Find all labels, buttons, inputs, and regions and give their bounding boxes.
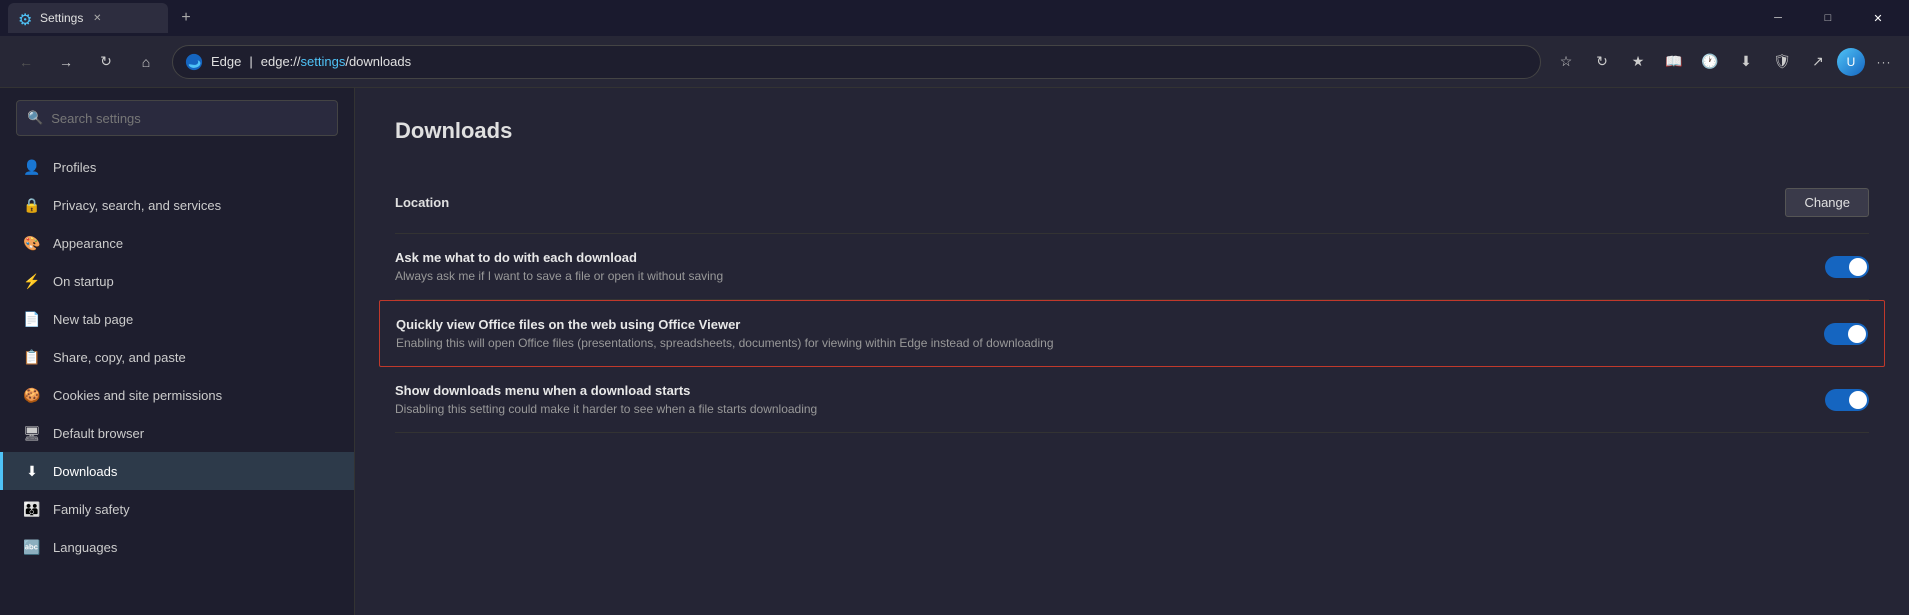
sidebar-item-label-privacy: Privacy, search, and services [53, 198, 221, 213]
location-label: Location [395, 195, 449, 210]
on-startup-icon: ⚡ [23, 272, 41, 290]
new-tab-button[interactable]: + [172, 4, 200, 32]
show-downloads-setting: Show downloads menu when a download star… [395, 367, 1869, 433]
ask-download-title: Ask me what to do with each download [395, 250, 723, 265]
page-title: Downloads [395, 118, 1869, 144]
ask-download-desc: Always ask me if I want to save a file o… [395, 269, 723, 283]
maximize-button[interactable]: □ [1805, 2, 1851, 34]
office-viewer-toggle[interactable] [1824, 323, 1868, 345]
cookies-icon: 🍪 [23, 386, 41, 404]
address-separator: | [249, 54, 252, 69]
address-bar[interactable]: Edge | edge://settings/downloads [172, 45, 1541, 79]
search-icon: 🔍 [27, 110, 43, 126]
tab-area: ⚙ Settings ✕ + [8, 3, 1751, 33]
share-copy-icon: 📋 [23, 348, 41, 366]
office-viewer-setting: Quickly view Office files on the web usi… [379, 300, 1885, 367]
sidebar-item-family-safety[interactable]: 👪 Family safety [0, 490, 354, 528]
window-controls: ─ □ ✕ [1755, 2, 1901, 34]
address-link: settings [301, 54, 346, 69]
sidebar-item-label-share: Share, copy, and paste [53, 350, 186, 365]
change-location-button[interactable]: Change [1785, 188, 1869, 217]
ask-download-top: Ask me what to do with each download Alw… [395, 250, 1869, 283]
sidebar-item-label-appearance: Appearance [53, 236, 123, 251]
office-viewer-title: Quickly view Office files on the web usi… [396, 317, 1054, 332]
title-bar: ⚙ Settings ✕ + ─ □ ✕ [0, 0, 1909, 36]
sidebar-item-new-tab[interactable]: 📄 New tab page [0, 300, 354, 338]
languages-icon: 🔤 [23, 538, 41, 556]
sidebar-item-privacy[interactable]: 🔒 Privacy, search, and services [0, 186, 354, 224]
show-downloads-desc: Disabling this setting could make it har… [395, 402, 817, 416]
ask-download-toggle[interactable] [1825, 256, 1869, 278]
sidebar-item-label-cookies: Cookies and site permissions [53, 388, 222, 403]
downloads-nav-icon: ⬇ [23, 462, 41, 480]
immersive-reader-icon[interactable]: 📖 [1657, 45, 1691, 79]
family-safety-icon: 👪 [23, 500, 41, 518]
favorites-bar-icon[interactable]: ★ [1621, 45, 1655, 79]
privacy-icon: 🔒 [23, 196, 41, 214]
sidebar-item-label-on-startup: On startup [53, 274, 114, 289]
sidebar-item-label-downloads: Downloads [53, 464, 117, 479]
ask-download-setting: Ask me what to do with each download Alw… [395, 234, 1869, 300]
edge-logo-icon [185, 53, 203, 71]
navigation-bar: ← → ↻ ⌂ Edge | edge://settings/downloads… [0, 36, 1909, 88]
browser-name: Edge [211, 54, 241, 69]
address-suffix: /downloads [345, 54, 411, 69]
sidebar-item-cookies[interactable]: 🍪 Cookies and site permissions [0, 376, 354, 414]
sidebar-item-default-browser[interactable]: 🖥 Default browser [0, 414, 354, 452]
sidebar-item-on-startup[interactable]: ⚡ On startup [0, 262, 354, 300]
sidebar-item-appearance[interactable]: 🎨 Appearance [0, 224, 354, 262]
appearance-icon: 🎨 [23, 234, 41, 252]
show-downloads-title: Show downloads menu when a download star… [395, 383, 817, 398]
sidebar-item-label-family-safety: Family safety [53, 502, 130, 517]
edge-guard-icon[interactable]: 🛡 [1765, 45, 1799, 79]
more-tools-button[interactable]: ··· [1867, 45, 1901, 79]
favorites-icon[interactable]: ☆ [1549, 45, 1583, 79]
settings-tab-label: Settings [40, 11, 83, 25]
close-button[interactable]: ✕ [1855, 2, 1901, 34]
office-viewer-desc: Enabling this will open Office files (pr… [396, 336, 1054, 350]
collections-icon[interactable]: ↻ [1585, 45, 1619, 79]
office-viewer-top: Quickly view Office files on the web usi… [396, 317, 1868, 350]
show-downloads-top: Show downloads menu when a download star… [395, 383, 1869, 416]
profiles-icon: 👤 [23, 158, 41, 176]
history-icon[interactable]: 🕐 [1693, 45, 1727, 79]
address-url: edge://settings/downloads [261, 54, 411, 69]
sidebar-item-languages[interactable]: 🔤 Languages [0, 528, 354, 566]
sidebar-item-label-new-tab: New tab page [53, 312, 133, 327]
sidebar-item-label-languages: Languages [53, 540, 117, 555]
location-row: Location Change [395, 172, 1869, 234]
home-button[interactable]: ⌂ [128, 44, 164, 80]
profile-avatar[interactable]: U [1837, 48, 1865, 76]
sidebar-item-share[interactable]: 📋 Share, copy, and paste [0, 338, 354, 376]
sidebar-item-label-default-browser: Default browser [53, 426, 144, 441]
search-box[interactable]: 🔍 [16, 100, 338, 136]
minimize-button[interactable]: ─ [1755, 2, 1801, 34]
sidebar-item-downloads[interactable]: ⬇ Downloads [0, 452, 354, 490]
tab-close-button[interactable]: ✕ [89, 10, 105, 26]
content-area: Downloads Location Change Ask me what to… [355, 88, 1909, 615]
settings-tab-icon: ⚙ [18, 10, 34, 26]
default-browser-icon: 🖥 [23, 424, 41, 442]
address-prefix: edge:// [261, 54, 301, 69]
downloads-icon[interactable]: ⬇ [1729, 45, 1763, 79]
settings-tab[interactable]: ⚙ Settings ✕ [8, 3, 168, 33]
show-downloads-toggle[interactable] [1825, 389, 1869, 411]
sidebar-item-profiles[interactable]: 👤 Profiles [0, 148, 354, 186]
sidebar: 🔍 👤 Profiles 🔒 Privacy, search, and serv… [0, 88, 355, 615]
search-input[interactable] [51, 111, 327, 126]
sidebar-item-label-profiles: Profiles [53, 160, 96, 175]
new-tab-page-icon: 📄 [23, 310, 41, 328]
main-layout: 🔍 👤 Profiles 🔒 Privacy, search, and serv… [0, 88, 1909, 615]
refresh-button[interactable]: ↻ [88, 44, 124, 80]
share-icon[interactable]: ↗ [1801, 45, 1835, 79]
forward-button[interactable]: → [48, 44, 84, 80]
toolbar-icons: ☆ ↻ ★ 📖 🕐 ⬇ 🛡 ↗ U ··· [1549, 45, 1901, 79]
back-button[interactable]: ← [8, 44, 44, 80]
